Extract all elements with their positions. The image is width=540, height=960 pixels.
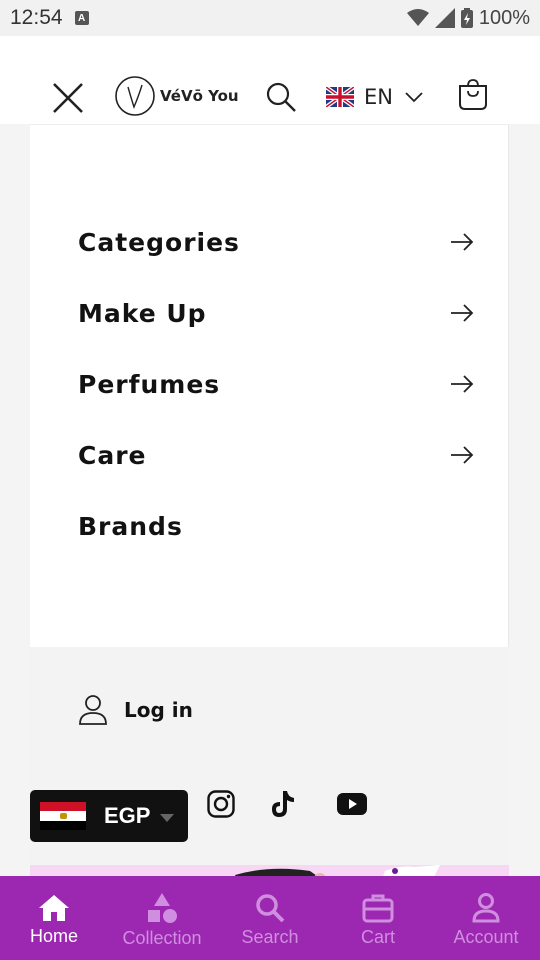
bottom-nav: Home Collection Search Cart Account <box>0 876 540 960</box>
instagram-link[interactable] <box>204 787 238 821</box>
language-label: EN <box>364 85 393 109</box>
currency-code: EGP <box>104 803 151 828</box>
language-selector[interactable]: EN <box>326 78 430 116</box>
menu-item-label: Make Up <box>78 298 207 328</box>
nav-cart[interactable]: Cart <box>324 876 432 960</box>
notification-icon: A <box>74 11 89 25</box>
tiktok-icon <box>272 791 294 817</box>
nav-label: Cart <box>360 926 395 947</box>
brand-name: VéVō You <box>160 87 239 105</box>
battery-percentage: 100% <box>478 6 530 29</box>
close-menu-button[interactable] <box>48 78 88 118</box>
login-link[interactable]: Log in <box>78 693 193 727</box>
arrow-right-icon <box>451 375 474 393</box>
signal-icon <box>434 8 455 28</box>
battery-icon <box>460 8 473 28</box>
arrow-right-icon <box>451 233 474 251</box>
account-icon <box>472 892 500 922</box>
drawer-footer: Log in <box>30 647 509 885</box>
close-icon <box>53 83 83 113</box>
menu-item-perfumes[interactable]: Perfumes <box>78 359 474 409</box>
collection-icon <box>148 892 177 923</box>
user-icon <box>79 695 107 725</box>
menu-item-label: Categories <box>78 227 240 257</box>
instagram-icon <box>207 790 235 818</box>
header-search-button[interactable] <box>262 78 300 116</box>
menu-item-brands[interactable]: Brands <box>78 501 474 551</box>
wifi-icon <box>406 9 429 26</box>
youtube-link[interactable] <box>333 787 371 821</box>
status-time: 12:54 <box>10 6 63 29</box>
header: VéVō You EN <box>0 36 540 124</box>
nav-label: Account <box>453 926 519 947</box>
menu-item-label: Brands <box>78 511 183 541</box>
chevron-down-icon <box>405 92 423 103</box>
nav-collection[interactable]: Collection <box>108 876 216 960</box>
brand-logo[interactable]: VéVō You <box>114 74 242 118</box>
home-icon <box>39 894 69 921</box>
nav-search[interactable]: Search <box>216 876 324 960</box>
status-bar: 12:54 A 100% <box>0 0 540 36</box>
search-icon <box>256 893 285 922</box>
menu-drawer: Categories Make Up Perfumes Care Brands … <box>30 124 509 885</box>
menu-item-categories[interactable]: Categories <box>78 217 474 267</box>
login-label: Log in <box>124 698 193 722</box>
nav-home[interactable]: Home <box>0 876 108 960</box>
logo-mark-icon <box>115 76 155 116</box>
arrow-right-icon <box>451 304 474 322</box>
menu-item-make-up[interactable]: Make Up <box>78 288 474 338</box>
nav-label: Home <box>29 925 78 946</box>
nav-label: Collection <box>122 927 202 948</box>
youtube-icon <box>337 793 367 815</box>
nav-account[interactable]: Account <box>432 876 540 960</box>
currency-selector[interactable]: EGP <box>30 790 188 842</box>
header-cart-button[interactable] <box>454 76 492 114</box>
search-icon <box>266 82 296 112</box>
caret-down-icon <box>160 814 175 822</box>
uk-flag-icon <box>326 87 354 107</box>
cart-icon <box>362 894 394 922</box>
status-indicators: 100% <box>406 6 530 30</box>
menu-item-label: Care <box>78 440 147 470</box>
shopping-bag-icon <box>459 79 487 110</box>
arrow-right-icon <box>451 446 474 464</box>
menu-item-care[interactable]: Care <box>78 430 474 480</box>
egypt-flag-icon <box>40 802 86 830</box>
nav-label: Search <box>241 926 299 947</box>
menu-item-label: Perfumes <box>78 369 221 399</box>
tiktok-link[interactable] <box>266 787 300 821</box>
